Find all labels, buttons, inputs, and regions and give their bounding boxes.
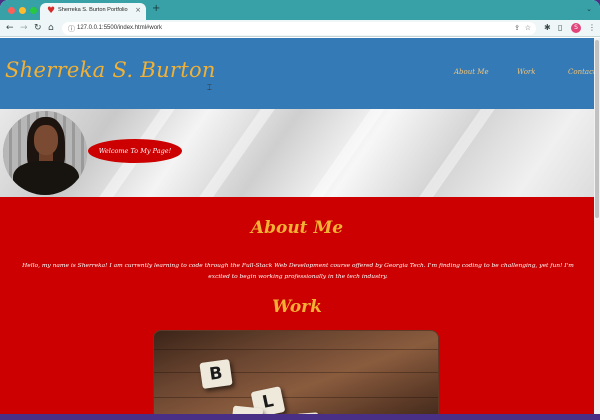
wood-grain	[154, 372, 438, 373]
welcome-button[interactable]: Welcome To My Page!	[88, 139, 182, 163]
minimize-window-button[interactable]	[19, 7, 26, 14]
profile-photo	[3, 111, 87, 195]
side-panel-icon[interactable]: ▯	[558, 23, 562, 33]
back-arrow-icon[interactable]: ←	[6, 23, 14, 33]
tab-close-icon[interactable]: ×	[135, 6, 141, 14]
site-header: Sherreka S. Burton About Me Work Contact…	[0, 38, 594, 109]
work-project-image[interactable]: B L	[153, 330, 439, 414]
web-page: Sherreka S. Burton About Me Work Contact…	[0, 38, 594, 414]
extensions-puzzle-icon[interactable]: ✱	[544, 23, 551, 33]
maximize-window-button[interactable]	[30, 7, 37, 14]
scrollbar-thumb[interactable]	[595, 40, 599, 218]
page-scrollbar[interactable]	[594, 38, 600, 414]
bookmark-star-icon[interactable]: ☆	[525, 24, 531, 32]
share-icon[interactable]: ⇪	[514, 24, 520, 32]
close-window-button[interactable]	[8, 7, 15, 14]
address-bar[interactable]: ⓘ 127.0.0.1:5500/index.html#work ⇪ ☆	[62, 22, 536, 35]
kebab-menu-icon[interactable]: ⋮	[588, 23, 596, 33]
photo-jacket	[13, 161, 79, 195]
site-brand[interactable]: Sherreka S. Burton	[5, 58, 216, 82]
about-heading: About Me	[250, 218, 344, 238]
nav-link-about[interactable]: About Me	[454, 68, 489, 76]
letter-tile: B	[199, 359, 233, 389]
text-cursor-icon: ⌶	[207, 83, 212, 92]
active-tab[interactable]: ♥ Sherreka S. Burton Portfolio ×	[40, 3, 146, 20]
browser-toolbar: ← → ↻ ⌂ ⓘ 127.0.0.1:5500/index.html#work…	[0, 20, 600, 37]
nav-link-contact[interactable]: Contact	[568, 68, 594, 76]
url-text[interactable]: 127.0.0.1:5500/index.html#work	[77, 25, 162, 31]
new-tab-button[interactable]: +	[152, 4, 160, 14]
wood-grain	[154, 349, 438, 350]
wood-grain	[154, 397, 438, 398]
profile-avatar[interactable]: S	[571, 23, 581, 33]
browser-window: ♥ Sherreka S. Burton Portfolio × + ⌄ ← →…	[0, 0, 600, 414]
tab-title: Sherreka S. Burton Portfolio	[58, 7, 128, 13]
reload-icon[interactable]: ↻	[34, 23, 42, 33]
forward-arrow-icon[interactable]: →	[20, 23, 28, 33]
info-icon[interactable]: ⓘ	[68, 24, 75, 34]
heart-favicon-icon: ♥	[47, 6, 56, 16]
nav-link-work[interactable]: Work	[517, 68, 536, 76]
hero-light-streak	[309, 109, 385, 197]
hero-banner: Welcome To My Page!	[0, 109, 594, 197]
tab-strip: ♥ Sherreka S. Burton Portfolio × + ⌄	[0, 0, 600, 20]
about-paragraph: Hello, my name is Sherreka! I am current…	[22, 263, 574, 280]
letter-tile	[296, 412, 320, 414]
photo-face	[34, 125, 58, 155]
home-icon[interactable]: ⌂	[48, 23, 54, 33]
tab-search-chevron-icon[interactable]: ⌄	[586, 5, 592, 13]
hero-light-streak	[419, 109, 495, 197]
hero-light-streak	[199, 109, 275, 197]
work-heading: Work	[272, 297, 322, 317]
